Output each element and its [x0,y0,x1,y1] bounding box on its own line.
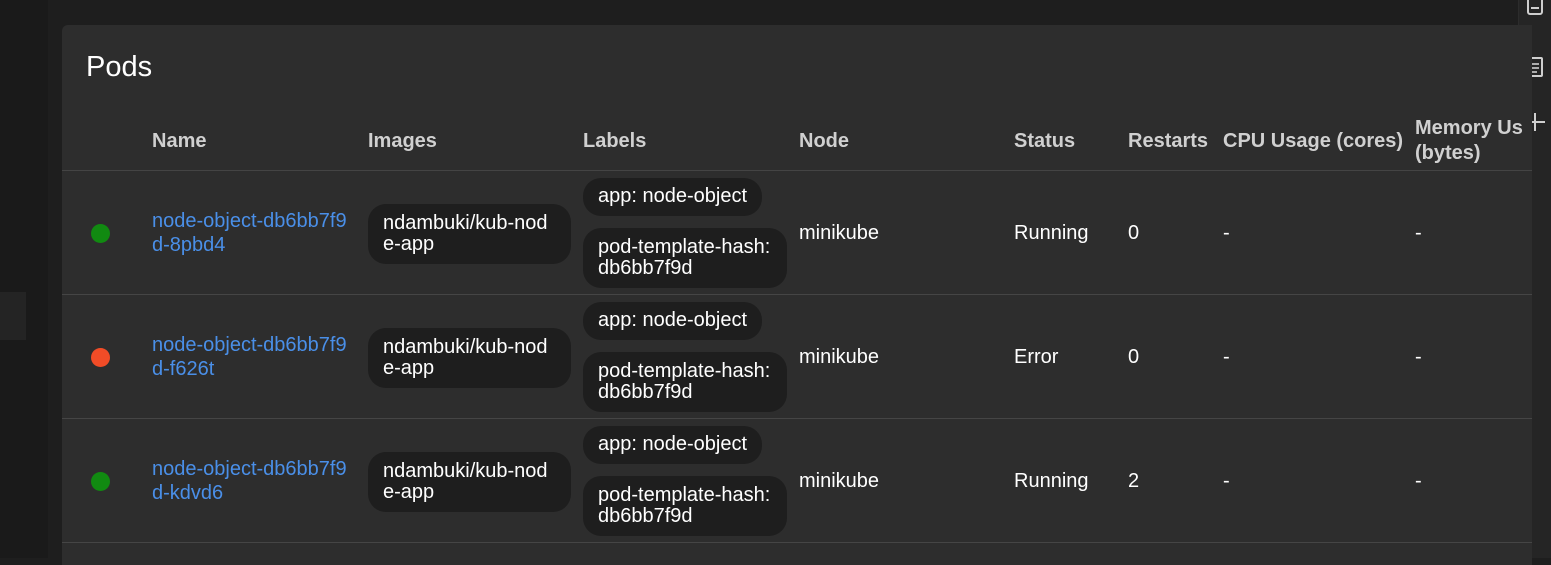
label-chip: app: node-object [583,178,763,216]
label-chip: pod-template-hash: db6bb7f9d [583,228,787,288]
column-header-cpu-usage[interactable]: CPU Usage (cores) [1223,129,1403,153]
red-status-dot-icon [91,348,110,367]
column-header-status[interactable]: Status [1014,129,1075,153]
pods-panel: Pods Name Images Labels Node Status Rest… [62,25,1532,565]
column-header-images[interactable]: Images [368,129,437,153]
sidebar-selected-stub[interactable] [0,292,26,340]
restarts-value: 2 [1128,470,1140,492]
pod-name-link[interactable]: node-object-db6bb7f9d-8pbd4 [152,209,352,257]
memory-usage-value: - [1415,346,1422,368]
image-chip: ndambuki/kub-node-app [368,452,571,512]
panel-title: Pods [86,51,153,83]
green-status-dot-icon [91,472,110,491]
table-row: node-object-db6bb7f9d-f626t ndambuki/kub… [62,295,1532,419]
node-value: minikube [799,346,880,368]
column-header-node[interactable]: Node [799,129,849,153]
table-row: node-object-db6bb7f9d-kdvd6 ndambuki/kub… [62,419,1532,543]
column-header-restarts[interactable]: Restarts [1128,129,1208,153]
image-chip: ndambuki/kub-node-app [368,204,571,264]
label-chip: pod-template-hash: db6bb7f9d [583,352,787,412]
cpu-usage-value: - [1223,470,1230,492]
cpu-usage-value: - [1223,346,1230,368]
pod-name-link[interactable]: node-object-db6bb7f9d-f626t [152,333,352,381]
label-chip: app: node-object [583,302,763,340]
label-chip: app: node-object [583,426,763,464]
node-value: minikube [799,470,880,492]
clipboard-icon[interactable] [1525,0,1545,15]
restarts-value: 0 [1128,346,1140,368]
restarts-value: 0 [1128,222,1140,244]
cpu-usage-value: - [1223,222,1230,244]
column-header-memory-usage[interactable]: Memory Us (bytes) [1415,116,1523,166]
column-header-name[interactable]: Name [152,129,206,153]
memory-usage-value: - [1415,222,1422,244]
status-value: Running [1014,222,1089,244]
left-sidebar [0,0,48,558]
column-header-labels[interactable]: Labels [583,129,646,153]
label-chip: pod-template-hash: db6bb7f9d [583,476,787,536]
image-chip: ndambuki/kub-node-app [368,328,571,388]
pod-name-link[interactable]: node-object-db6bb7f9d-kdvd6 [152,457,352,505]
status-value: Running [1014,470,1089,492]
green-status-dot-icon [91,224,110,243]
memory-usage-value: - [1415,470,1422,492]
row-divider [62,542,1532,543]
node-value: minikube [799,222,880,244]
table-row: node-object-db6bb7f9d-8pbd4 ndambuki/kub… [62,171,1532,295]
status-value: Error [1014,346,1059,368]
